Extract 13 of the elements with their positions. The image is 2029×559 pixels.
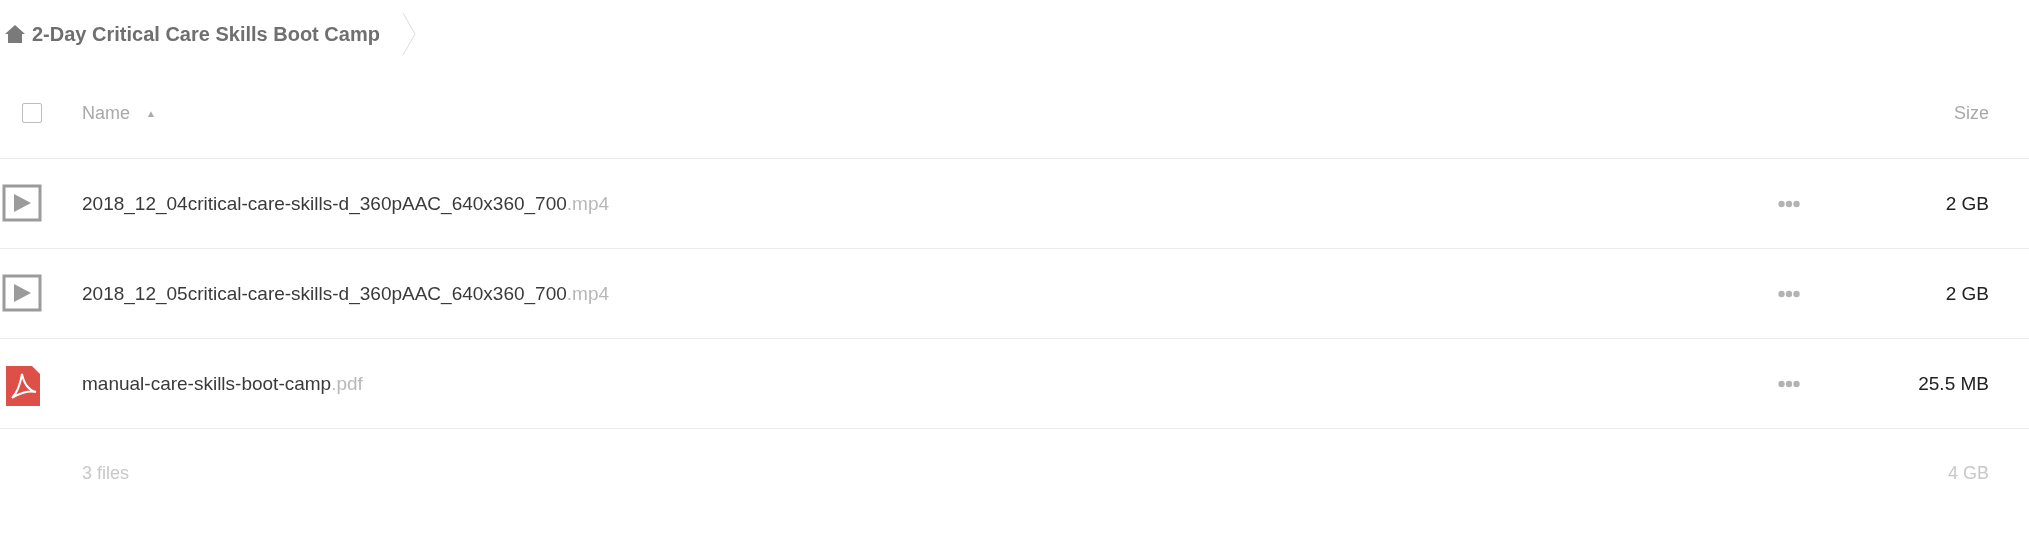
file-name[interactable]: manual-care-skills-boot-camp.pdf: [82, 372, 363, 395]
file-name[interactable]: 2018_12_05critical-care-skills-d_360pAAC_640x360_700.mp4: [82, 282, 610, 305]
file-size: 2 GB: [1944, 192, 1989, 215]
more-options-icon[interactable]: [1778, 379, 1800, 388]
breadcrumb-separator-icon: [401, 12, 416, 56]
file-size: 2 GB: [1944, 282, 1989, 305]
home-icon[interactable]: [4, 24, 26, 44]
file-size: 25.5 MB: [1917, 372, 1989, 395]
breadcrumb-title[interactable]: 2-Day Critical Care Skills Boot Camp: [32, 22, 380, 46]
file-name[interactable]: 2018_12_04critical-care-skills-d_360pAAC_640x360_700.mp4: [82, 192, 610, 215]
more-options-icon[interactable]: [1778, 199, 1800, 208]
more-options-icon[interactable]: [1778, 289, 1800, 298]
select-all-checkbox[interactable]: [22, 103, 42, 123]
